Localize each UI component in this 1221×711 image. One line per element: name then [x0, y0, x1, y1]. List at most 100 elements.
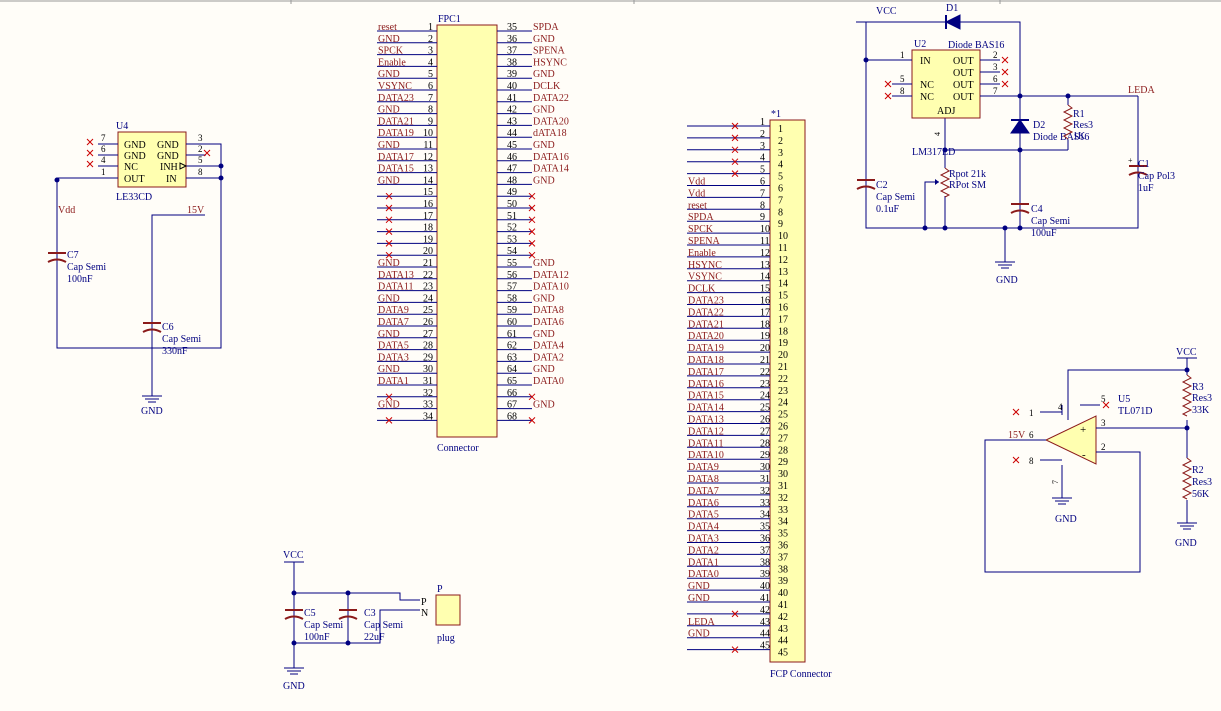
plug-body: [435, 594, 461, 626]
vcc-label-reg: VCC: [876, 6, 897, 17]
c7-type: Cap Semi: [67, 262, 106, 273]
u2-adj-num: 4: [933, 132, 942, 136]
fcp-pin-number-inner: 4: [778, 160, 783, 171]
r2-resistor[interactable]: R2 Res3 56K: [1181, 457, 1212, 500]
u5-net-15v: 15V: [1008, 430, 1026, 441]
fpc1-pin-number: 61: [507, 329, 517, 340]
gnd-label: GND: [141, 406, 163, 417]
fcp-net-label: DATA19: [688, 343, 724, 354]
c1-capacitor[interactable]: + C1 Cap Pol3 1uF: [1128, 156, 1175, 194]
fpc1-pin-number: 49: [507, 187, 517, 198]
fpc1-net-label: DATA1: [378, 376, 409, 387]
fcp-pin-number-outer: 16: [760, 296, 770, 307]
r3-value: 33K: [1192, 405, 1210, 416]
fcp-net-label: GND: [688, 593, 710, 604]
d1-designator: D1: [946, 3, 958, 14]
u4-pin8-name: IN: [166, 174, 177, 185]
u2-pin-in: IN: [920, 56, 931, 67]
fcp-pin-number-inner: 38: [778, 564, 788, 575]
u5-pin2: 2: [1101, 442, 1106, 452]
fpc1-pin-number: 7: [428, 93, 433, 104]
fpc1-net-label: GND: [533, 34, 555, 45]
fcp-net-label: DATA2: [688, 545, 719, 556]
d1-diode[interactable]: D1 Diode BAS16: [944, 3, 1004, 51]
fcp-pin-number-inner: 26: [778, 422, 788, 433]
fpc1-pin-number: 40: [507, 81, 517, 92]
fpc1-net-label: GND: [378, 69, 400, 80]
fpc1-pin-number: 16: [423, 199, 433, 210]
fpc1-pin-number: 2: [428, 34, 433, 45]
fpc1-net-label: GND: [533, 329, 555, 340]
fcp-pin-number-inner: 45: [778, 648, 788, 659]
fcp-pin-number-outer: 23: [760, 379, 770, 390]
fcp-pin-number-inner: 30: [778, 469, 788, 480]
fcp-pin-number-inner: 3: [778, 148, 783, 159]
fpc1-pin-number: 19: [423, 234, 433, 245]
fcp-comment: FCP Connector: [770, 669, 832, 680]
u4-pin2-name: GND: [157, 151, 179, 162]
fpc1-pin-number: 1: [428, 22, 433, 33]
r1-value: 1K: [1073, 131, 1086, 142]
fcp-pin-number-inner: 36: [778, 541, 788, 552]
c1-type: Cap Pol3: [1138, 171, 1175, 182]
fcp-net-label: DATA4: [688, 522, 719, 533]
u5-opamp[interactable]: - + U5 TL071D 1 4 5 2 3 6 8 7 15V: [1008, 394, 1152, 498]
fcp-pin-number-inner: 10: [778, 231, 788, 242]
fpc1-connector[interactable]: FPC1 Connector 1 reset 2 GND 3 SPCK 4 Enable 5 GN…: [377, 14, 569, 454]
gnd-symbol-reg-icon: [995, 261, 1015, 269]
fpc1-pin-number: 33: [423, 400, 433, 411]
fcp-pin-number-outer: 43: [760, 617, 770, 628]
u5-minus-icon: -: [1082, 449, 1086, 461]
fcp-net-label: DATA17: [688, 367, 724, 378]
fcp-pin-number-inner: 6: [778, 184, 783, 195]
c3-capacitor[interactable]: C3 Cap Semi 22uF: [338, 608, 403, 643]
fpc1-net-label: DATA10: [533, 282, 569, 293]
fpc1-net-label: GND: [533, 69, 555, 80]
fcp-pin-number-outer: 32: [760, 486, 770, 497]
fpc1-pin-number: 62: [507, 341, 517, 352]
gnd-symbol-opamp-icon: [1052, 497, 1072, 505]
fpc1-pin-number: 12: [423, 152, 433, 163]
fpc1-body: [436, 24, 498, 438]
fcp-net-label: DCLK: [688, 284, 716, 295]
r3-type: Res3: [1192, 393, 1212, 404]
fpc1-pin-number: 38: [507, 57, 517, 68]
u4-regulator[interactable]: U4 LE33CD 7 GND 6 GND 4 NC 1 OUT 3 GND 2…: [86, 121, 211, 203]
fcp-net-label: VSYNC: [688, 272, 722, 283]
fpc1-comment: Connector: [437, 443, 479, 454]
fcp-pin-number-inner: 17: [778, 314, 788, 325]
u2-regulator[interactable]: U2 1 IN NC NC 5 8 OUT OUT OUT OUT 2 3 6 …: [884, 39, 1009, 158]
fpc1-net-label: DATA8: [533, 305, 564, 316]
fcp-connector[interactable]: *1 FCP Connector 112233445566Vdd77Vdd88r…: [687, 109, 832, 680]
r3-resistor[interactable]: R3 Res3 33K: [1181, 374, 1212, 417]
u2-pin-nc2-num: 8: [900, 86, 905, 96]
c5-value: 100nF: [304, 632, 330, 643]
c1-designator: C1: [1138, 159, 1150, 170]
fcp-net-label: LEDA: [688, 617, 715, 628]
rpot-potentiometer[interactable]: Rpot 21k RPot SM: [930, 167, 986, 198]
fcp-net-label: DATA14: [688, 403, 724, 414]
c4-value: 100uF: [1031, 228, 1057, 239]
fcp-pin-number-inner: 21: [778, 362, 788, 373]
c6-type: Cap Semi: [162, 334, 201, 345]
c3-value: 22uF: [364, 632, 385, 643]
fpc1-pin-number: 25: [423, 305, 433, 316]
u2-out-num-2: 2: [993, 50, 998, 60]
fpc1-pin-number: 47: [507, 164, 517, 175]
fpc1-pin-number: 54: [507, 246, 517, 257]
fcp-pin-number-inner: 19: [778, 338, 788, 349]
fcp-pin-number-outer: 5: [760, 165, 765, 176]
fpc1-pin-number: 5: [428, 69, 433, 80]
plug-connector[interactable]: P P N plug: [421, 584, 461, 644]
fcp-pin-number-inner: 16: [778, 303, 788, 314]
fpc1-net-label: DATA12: [533, 270, 569, 281]
fcp-designator: *1: [771, 109, 781, 120]
fcp-net-label: DATA9: [688, 462, 719, 473]
fcp-pin-number-outer: 26: [760, 415, 770, 426]
fpc1-pin-number: 11: [423, 140, 433, 151]
fpc1-net-label: GND: [533, 175, 555, 186]
fpc1-pin-number: 51: [507, 211, 517, 222]
fpc1-pin-number: 27: [423, 329, 433, 340]
c4-type: Cap Semi: [1031, 216, 1070, 227]
fcp-pin-number-inner: 13: [778, 267, 788, 278]
